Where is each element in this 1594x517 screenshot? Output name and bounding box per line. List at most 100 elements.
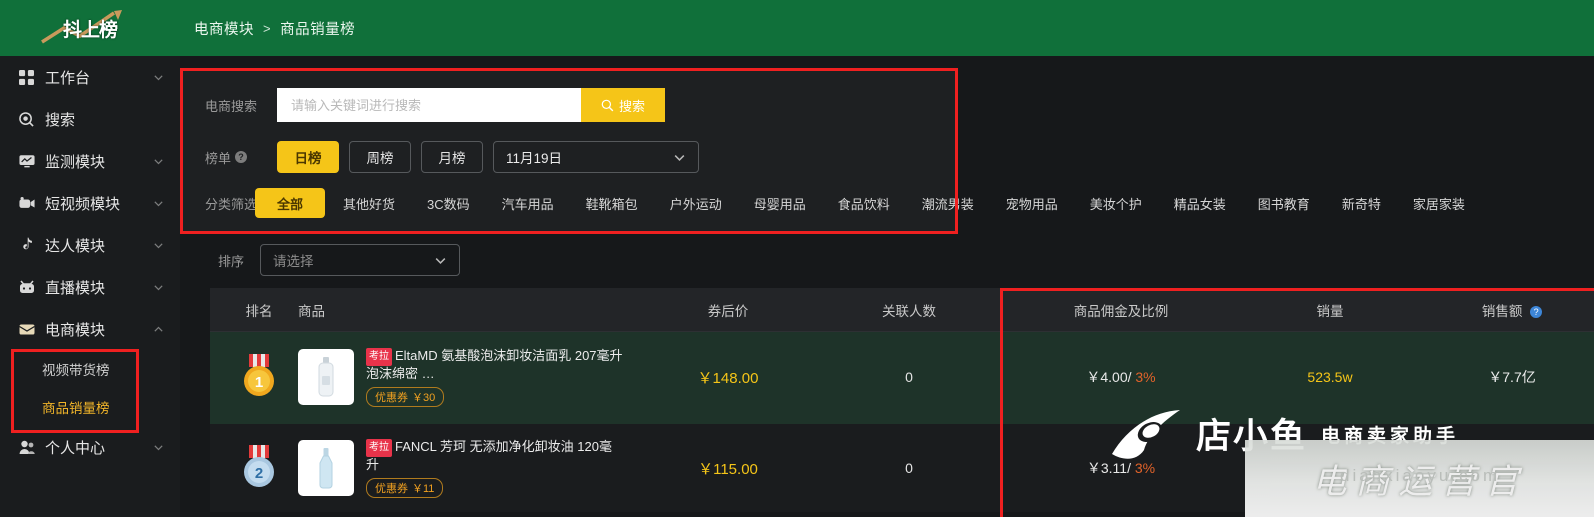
- breadcrumb-root[interactable]: 电商模块: [194, 18, 254, 39]
- category-chip-food[interactable]: 食品饮料: [824, 188, 904, 218]
- search-row: 电商搜索 搜索: [183, 83, 955, 127]
- rank-label-text: 榜单: [205, 150, 232, 166]
- category-chip-home[interactable]: 家居家装: [1399, 188, 1479, 218]
- category-chip-beauty[interactable]: 美妆个护: [1076, 188, 1156, 218]
- shop-tag: 考拉: [366, 438, 392, 457]
- product-cell: 考拉 FANCL 芳珂 无添加净化卸妆油 120毫升 优惠券 ￥11: [288, 438, 638, 498]
- sidebar-item-influencer[interactable]: 达人模块: [0, 224, 180, 266]
- sort-row: 排序 请选择: [218, 244, 461, 276]
- table-row[interactable]: 2 考拉 FANCL 芳珂 无添加净化卸妆油 120毫升 优惠券 ￥11 ￥11…: [210, 422, 1594, 512]
- rank-period-row: 榜单 ? 日榜 周榜 月榜 11月19日: [183, 135, 955, 179]
- chevron-down-icon: [154, 158, 163, 164]
- column-header-rank: 排名: [245, 303, 273, 319]
- sidebar-sub-label: 商品销量榜: [42, 401, 110, 416]
- product-thumbnail[interactable]: [298, 440, 354, 496]
- category-chip-outdoor[interactable]: 户外运动: [656, 188, 736, 218]
- sidebar-item-video-sales-rank[interactable]: 视频带货榜: [0, 350, 180, 388]
- sidebar-item-product-sales-rank[interactable]: 商品销量榜: [0, 388, 180, 426]
- sidebar-item-label: 短视频模块: [45, 195, 121, 213]
- sidebar-item-live[interactable]: 直播模块: [0, 266, 180, 308]
- sidebar-item-workbench[interactable]: 工作台: [0, 56, 180, 98]
- category-chip-baby[interactable]: 母婴用品: [740, 188, 820, 218]
- price-cell: ￥148.00: [697, 369, 759, 387]
- category-chip-menswear[interactable]: 潮流男装: [908, 188, 988, 218]
- app-logo[interactable]: 抖上榜: [0, 0, 180, 56]
- people-cell: 0: [905, 460, 913, 476]
- category-chip-pet[interactable]: 宠物用品: [992, 188, 1072, 218]
- rank-label: 榜单 ?: [205, 148, 277, 167]
- logo-text: 抖上榜: [62, 19, 118, 41]
- sidebar-item-search[interactable]: 搜索: [0, 98, 180, 140]
- product-title[interactable]: 考拉 FANCL 芳珂 无添加净化卸妆油 120毫升: [366, 438, 624, 473]
- sort-select-value: 请选择: [273, 254, 314, 269]
- gold-medal-icon: 1: [244, 353, 274, 396]
- chevron-down-icon: [154, 200, 163, 206]
- commission-cell: ￥4.00/ 3%: [1000, 367, 1230, 387]
- category-chip-other[interactable]: 其他好货: [329, 188, 409, 218]
- chevron-down-icon: [154, 284, 163, 290]
- sidebar-item-monitor[interactable]: 监测模块: [0, 140, 180, 182]
- rank-tab-weekly[interactable]: 周榜: [349, 141, 411, 173]
- sales-cell: 523.5w: [1307, 369, 1353, 385]
- sidebar-nav: 工作台 搜索 监测模块 短视频模块 达人模块 直播模块 电商模块 视频带货榜 商…: [0, 56, 180, 517]
- sidebar-item-personal-center[interactable]: 个人中心: [0, 426, 180, 468]
- question-mark-icon[interactable]: ?: [1530, 305, 1543, 318]
- category-chip-all[interactable]: 全部: [255, 188, 326, 218]
- search-box: 搜索: [277, 88, 665, 122]
- chevron-down-icon: [674, 154, 685, 161]
- product-ranking-table: 排名 商品 券后价 关联人数 商品佣金及比例 销量 销售额 ? 1 考拉 Elt…: [210, 288, 1594, 512]
- category-filter-list: 全部 其他好货 3C数码 汽车用品 鞋靴箱包 户外运动 母婴用品 食品饮料 潮流…: [255, 188, 1479, 218]
- rank-cell: 2: [210, 444, 288, 492]
- column-header-sales: 销量: [1316, 303, 1344, 319]
- chevron-up-icon: [154, 326, 163, 332]
- commission-amount: ￥4.00/: [1086, 369, 1132, 385]
- category-chip-novelty[interactable]: 新奇特: [1328, 188, 1395, 218]
- product-title-text: EltaMD 氨基酸泡沫卸妆洁面乳 207毫升 泡沫绵密 …: [366, 347, 623, 381]
- product-title[interactable]: 考拉 EltaMD 氨基酸泡沫卸妆洁面乳 207毫升 泡沫绵密 …: [366, 347, 624, 382]
- chevron-down-icon: [154, 74, 163, 80]
- question-mark-icon[interactable]: ?: [235, 151, 248, 163]
- sidebar-item-label: 电商模块: [45, 321, 106, 339]
- column-header-people: 关联人数: [882, 303, 936, 319]
- coupon-value: ￥11: [412, 482, 435, 495]
- sidebar-item-short-video[interactable]: 短视频模块: [0, 182, 180, 224]
- ecommerce-ranking-page: 抖上榜 电商模块 > 商品销量榜 工作台 搜索 监测模块 短视频模块 达人模块 …: [0, 0, 1594, 517]
- table-row[interactable]: 1 考拉 EltaMD 氨基酸泡沫卸妆洁面乳 207毫升 泡沫绵密 … 优惠券 ￥…: [210, 332, 1594, 422]
- category-chip-3c[interactable]: 3C数码: [413, 188, 484, 218]
- user-icon: [18, 439, 35, 456]
- sidebar-item-label: 搜索: [45, 111, 76, 129]
- search-button-label: 搜索: [618, 98, 645, 114]
- people-cell: 0: [905, 369, 913, 385]
- commission-cell: ￥3.11/ 3%: [1000, 458, 1230, 478]
- rank-tab-monthly[interactable]: 月榜: [421, 141, 483, 173]
- rank-tab-daily[interactable]: 日榜: [277, 141, 339, 173]
- date-picker[interactable]: 11月19日: [493, 141, 699, 173]
- sidebar-item-label: 工作台: [45, 69, 91, 87]
- sidebar-item-label: 直播模块: [45, 279, 106, 297]
- sidebar-item-ecommerce[interactable]: 电商模块: [0, 308, 180, 350]
- top-header: 抖上榜 电商模块 > 商品销量榜: [0, 0, 1594, 56]
- search-button[interactable]: 搜索: [581, 88, 665, 122]
- coupon-value: ￥30: [412, 391, 436, 404]
- column-header-gmv: 销售额 ?: [1430, 300, 1594, 320]
- grid-icon: [18, 69, 35, 86]
- rank-cell: 1: [210, 353, 288, 401]
- category-chip-auto[interactable]: 汽车用品: [488, 188, 568, 218]
- magnifier-icon: [601, 99, 614, 111]
- search-input[interactable]: [277, 88, 581, 122]
- coupon-badge: 优惠券 ￥11: [366, 477, 444, 498]
- category-chip-shoes[interactable]: 鞋靴箱包: [572, 188, 652, 218]
- coupon-label: 优惠券: [375, 482, 408, 495]
- product-cell: 考拉 EltaMD 氨基酸泡沫卸妆洁面乳 207毫升 泡沫绵密 … 优惠券 ￥30: [288, 347, 638, 407]
- product-thumbnail[interactable]: [298, 349, 354, 405]
- sidebar-item-label: 监测模块: [45, 153, 106, 171]
- sort-select[interactable]: 请选择: [260, 244, 461, 276]
- commission-rate: 3%: [1135, 369, 1156, 385]
- tiktok-note-icon: [18, 237, 35, 254]
- category-chip-books[interactable]: 图书教育: [1244, 188, 1324, 218]
- breadcrumb-current: 商品销量榜: [280, 21, 356, 38]
- video-icon: [18, 195, 35, 212]
- svg-text:2: 2: [255, 465, 263, 482]
- category-chip-womenswear[interactable]: 精品女装: [1160, 188, 1240, 218]
- search-label: 电商搜索: [205, 98, 258, 114]
